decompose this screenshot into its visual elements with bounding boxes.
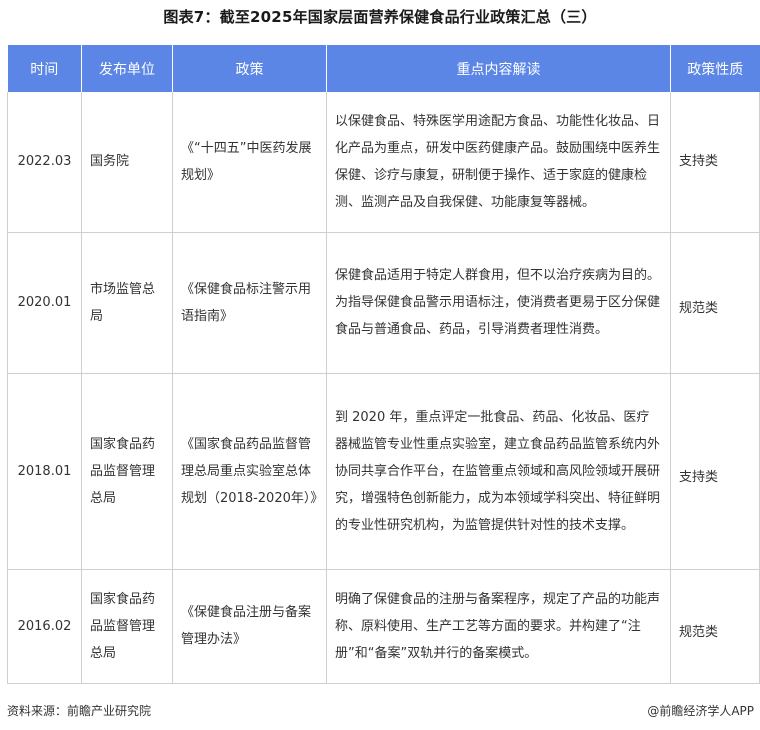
cell-content: 到 2020 年，重点评定一批食品、药品、化妆品、医疗器械监管专业性重点实验室，… bbox=[326, 372, 671, 570]
cell-time: 2016.02 bbox=[7, 568, 82, 684]
cell-policy: 《保健食品标注警示用语指南》 bbox=[172, 231, 327, 374]
chart-title: 图表7：截至2025年国家层面营养保健食品行业政策汇总（三） bbox=[163, 8, 597, 26]
cell-policy: 《国家食品药品监督管理总局重点实验室总体规划（2018-2020年）》 bbox=[172, 372, 327, 570]
cell-nature: 规范类 bbox=[670, 231, 760, 374]
cell-content: 保健食品适用于特定人群食用，但不以治疗疾病为目的。为指导保健食品警示用语标注，使… bbox=[326, 231, 671, 374]
source-note: 资料来源：前瞻产业研究院 bbox=[7, 704, 152, 718]
cell-time: 2020.01 bbox=[7, 231, 82, 374]
header-issuer: 发布单位 bbox=[81, 45, 173, 92]
cell-time: 2022.03 bbox=[7, 92, 82, 233]
header-policy: 政策 bbox=[172, 45, 327, 92]
cell-issuer: 国家食品药品监督管理总局 bbox=[81, 372, 173, 570]
cell-nature: 支持类 bbox=[670, 372, 760, 570]
table-row: 2022.03 国务院 《“十四五”中医药发展规划》 以保健食品、特殊医学用途配… bbox=[7, 92, 760, 233]
cell-issuer: 国家食品药品监督管理总局 bbox=[81, 568, 173, 684]
cell-nature: 规范类 bbox=[670, 568, 760, 684]
policy-table: 时间 发布单位 政策 重点内容解读 政策性质 2022.03 国务院 《“十四五… bbox=[7, 45, 760, 684]
table-row: 2016.02 国家食品药品监督管理总局 《保健食品注册与备案管理办法》 明确了… bbox=[7, 568, 760, 684]
header-nature: 政策性质 bbox=[670, 45, 760, 92]
header-time: 时间 bbox=[7, 45, 82, 92]
cell-issuer: 国务院 bbox=[81, 92, 173, 233]
header-content: 重点内容解读 bbox=[326, 45, 671, 92]
nature-label: 规范类 bbox=[679, 301, 719, 316]
credit-note: @前瞻经济学人APP bbox=[647, 704, 754, 718]
cell-policy: 《“十四五”中医药发展规划》 bbox=[172, 92, 327, 233]
nature-label: 支持类 bbox=[679, 469, 719, 485]
table-row: 2020.01 市场监管总局 《保健食品标注警示用语指南》 保健食品适用于特定人… bbox=[7, 231, 760, 374]
nature-label: 支持类 bbox=[679, 154, 719, 170]
table-header-row: 时间 发布单位 政策 重点内容解读 政策性质 bbox=[7, 45, 760, 92]
cell-nature: 支持类 bbox=[670, 92, 760, 233]
table-row: 2018.01 国家食品药品监督管理总局 《国家食品药品监督管理总局重点实验室总… bbox=[7, 372, 760, 570]
cell-content: 明确了保健食品的注册与备案程序，规定了产品的功能声称、原料使用、生产工艺等方面的… bbox=[326, 568, 671, 684]
cell-time: 2018.01 bbox=[7, 372, 82, 570]
nature-label: 规范类 bbox=[679, 624, 719, 640]
cell-policy: 《保健食品注册与备案管理办法》 bbox=[172, 568, 327, 684]
cell-issuer: 市场监管总局 bbox=[81, 231, 173, 374]
cell-content: 以保健食品、特殊医学用途配方食品、功能性化妆品、日化产品为重点，研发中医药健康产… bbox=[326, 92, 671, 233]
